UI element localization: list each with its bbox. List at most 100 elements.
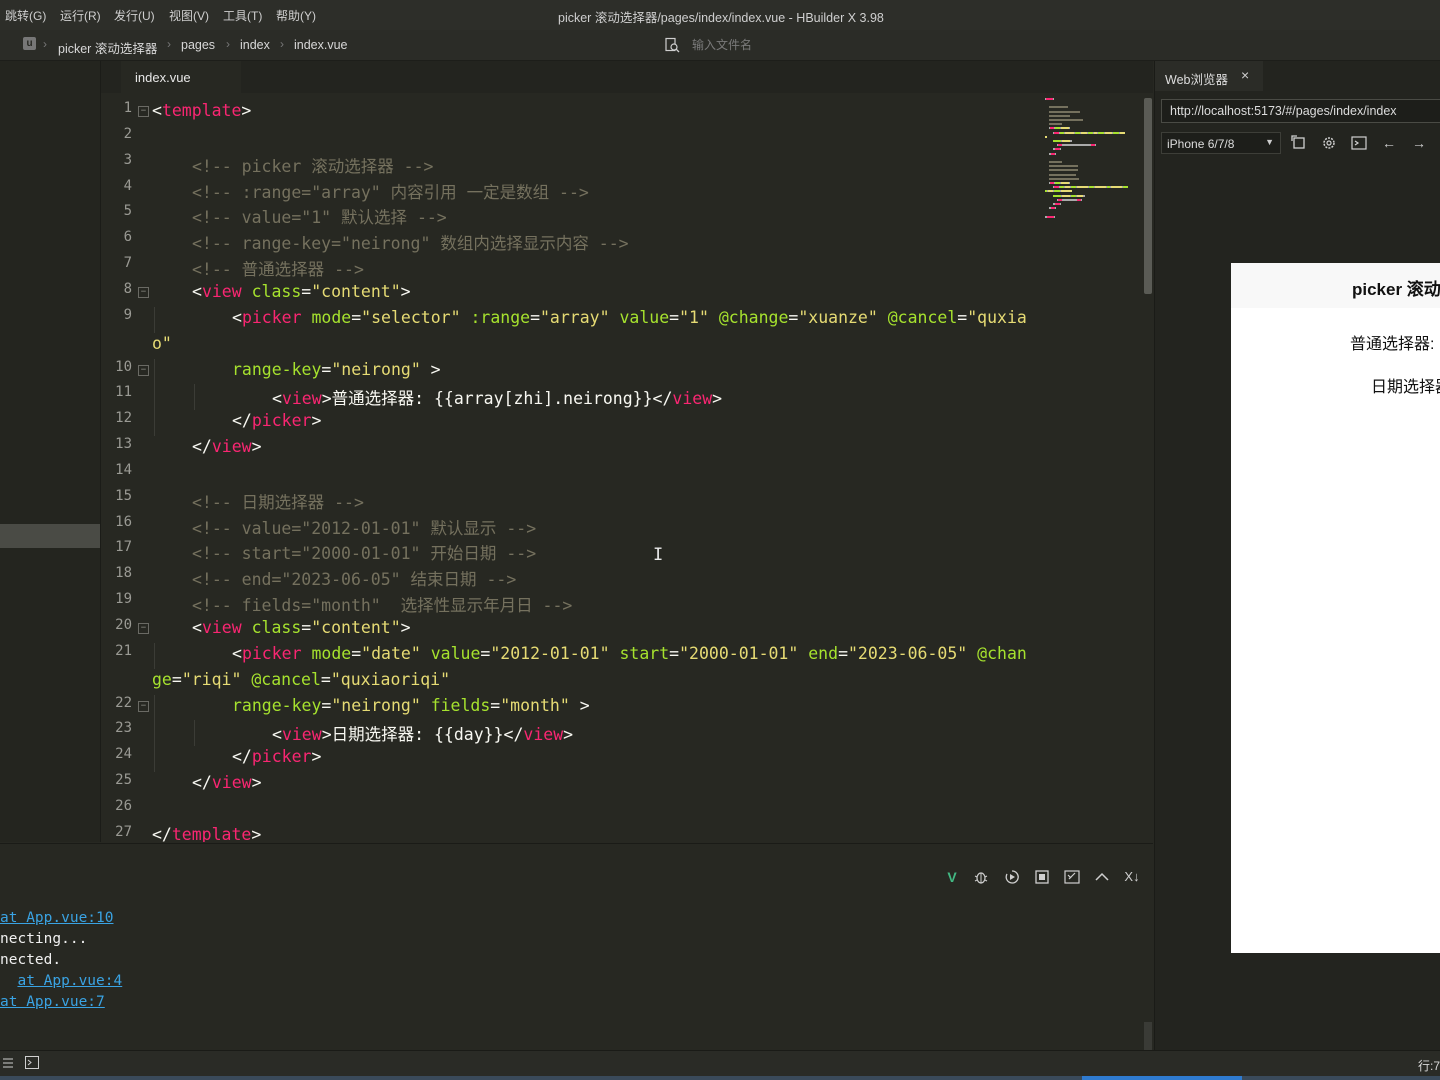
code-line: <view>普通选择器: {{array[zhi].neirong}}</vie…: [272, 385, 722, 409]
minimap-mark: [1083, 194, 1085, 197]
phone-navbar: picker 滚动选择器: [1231, 263, 1440, 308]
console-scrollbar[interactable]: [1144, 1022, 1152, 1050]
breadcrumb-file[interactable]: index.vue: [294, 38, 348, 52]
line-number: 10: [115, 358, 132, 375]
fold-toggle-icon[interactable]: −: [138, 106, 149, 117]
menu-goto[interactable]: 跳转(G): [5, 7, 46, 24]
breadcrumb-index-folder[interactable]: index: [240, 38, 270, 52]
dropdown-arrow-icon: ▼: [1265, 137, 1274, 147]
close-icon[interactable]: ×: [1241, 67, 1249, 83]
breadcrumb-pages[interactable]: pages: [181, 38, 215, 52]
line-number: 13: [115, 436, 132, 453]
tab-index-vue[interactable]: index.vue: [121, 61, 241, 93]
menu-run[interactable]: 运行(R): [60, 7, 101, 24]
fold-toggle-icon[interactable]: −: [138, 623, 149, 634]
forward-arrow-icon[interactable]: →: [1409, 133, 1429, 153]
code-token: =: [669, 307, 680, 327]
project-icon: u: [23, 37, 36, 50]
code-token: >: [251, 437, 262, 457]
file-search-input[interactable]: [692, 36, 992, 54]
code-token: =: [530, 307, 540, 327]
breadcrumb-project[interactable]: picker 滚动选择器: [58, 38, 157, 57]
code-token: picker: [241, 307, 302, 327]
line-number: 6: [123, 229, 132, 246]
code-token: >: [311, 747, 322, 767]
indent-guide: [154, 642, 155, 669]
editor-scrollbar[interactable]: [1144, 98, 1152, 294]
code-line: <template>: [152, 101, 251, 120]
minimap-mark: [1053, 98, 1054, 100]
devtools-icon[interactable]: [1349, 133, 1369, 153]
code-token: end: [808, 643, 839, 663]
menu-help[interactable]: 帮助(Y): [276, 7, 316, 24]
code-token: >: [241, 101, 252, 120]
code-token: >: [569, 695, 590, 715]
console-source-link[interactable]: at App.vue:7: [0, 994, 105, 1010]
code-token: "2023-06-05": [848, 643, 968, 663]
console-panel: V X↓ at App.vue:10 necting... nected. at…: [0, 843, 1153, 1051]
code-token: =: [490, 695, 501, 715]
code-token: picker: [241, 643, 302, 663]
indent-guide: [154, 384, 155, 411]
vue-icon[interactable]: V: [942, 867, 962, 887]
code-token: <!-- range-key="neirong" 数组内选择显示内容 -->: [192, 234, 629, 254]
line-number: 14: [115, 461, 132, 478]
menu-publish[interactable]: 发行(U): [114, 7, 155, 24]
code-token: =: [321, 359, 332, 379]
code-editor[interactable]: 1− <template> 2 3 <!-- picker 滚动选择器 --> 4 <!--…: [101, 93, 1153, 842]
collapse-up-icon[interactable]: [1092, 867, 1112, 887]
code-token: <: [272, 725, 282, 745]
cursor-position[interactable]: 行:7: [1418, 1057, 1440, 1074]
clear-icon[interactable]: [1062, 867, 1082, 887]
code-token: >: [420, 359, 441, 379]
minimap-mark: [1060, 148, 1061, 151]
stop-icon[interactable]: [1032, 867, 1052, 887]
minimap-mark: [1046, 98, 1053, 100]
back-arrow-icon[interactable]: ←: [1379, 133, 1399, 153]
console-source-link[interactable]: at App.vue:10: [0, 910, 114, 926]
code-token: =: [351, 643, 362, 663]
gear-icon[interactable]: [1319, 133, 1339, 153]
minimap[interactable]: [1045, 98, 1143, 348]
indent-guide: [154, 410, 155, 437]
line-number: 21: [115, 642, 132, 659]
restart-icon[interactable]: [1002, 867, 1022, 887]
code-token: "riqi": [181, 669, 242, 689]
rotate-icon[interactable]: [1289, 133, 1309, 153]
phone-normal-picker[interactable]: 普通选择器:: [1350, 330, 1434, 354]
code-token: <!-- fields="month" 选择性显示年月日 -->: [192, 596, 573, 616]
minimap-mark: [1054, 215, 1055, 218]
url-field[interactable]: [1161, 99, 1440, 123]
list-icon[interactable]: [2, 1057, 14, 1069]
fold-toggle-icon[interactable]: −: [138, 364, 149, 376]
minimap-mark: [1105, 131, 1112, 134]
device-select[interactable]: iPhone 6/7/8 ▼: [1161, 132, 1281, 154]
code-token: "quxia: [967, 307, 1027, 327]
line-number: 24: [115, 746, 132, 763]
fold-toggle-icon[interactable]: −: [138, 286, 149, 298]
indent-guide: [154, 746, 155, 773]
line-number: 16: [115, 513, 132, 530]
console-source-link[interactable]: at App.vue:4: [17, 973, 122, 989]
terminal-icon[interactable]: [25, 1056, 39, 1069]
code-token: "selector": [361, 307, 461, 327]
web-browser-tab[interactable]: Web浏览器 ×: [1155, 61, 1263, 91]
menu-view[interactable]: 视图(V): [169, 7, 209, 24]
code-line: range-key="neirong" >: [232, 360, 441, 379]
fold-toggle-icon[interactable]: −: [138, 700, 149, 712]
code-token: range-key: [232, 359, 322, 379]
code-token: <: [232, 643, 242, 663]
code-token: </: [192, 773, 212, 793]
phone-date-picker[interactable]: 日期选择器: [1371, 373, 1440, 397]
code-line: <!-- 普通选择器 -->: [192, 256, 364, 280]
menu-tools[interactable]: 工具(T): [223, 7, 262, 24]
code-token: <!-- 普通选择器 -->: [192, 260, 364, 280]
project-tree-selected-row[interactable]: [0, 524, 100, 548]
code-line: </picker>: [232, 747, 321, 766]
clear-filter-icon[interactable]: X↓: [1122, 867, 1142, 887]
debug-icon[interactable]: [971, 867, 991, 887]
